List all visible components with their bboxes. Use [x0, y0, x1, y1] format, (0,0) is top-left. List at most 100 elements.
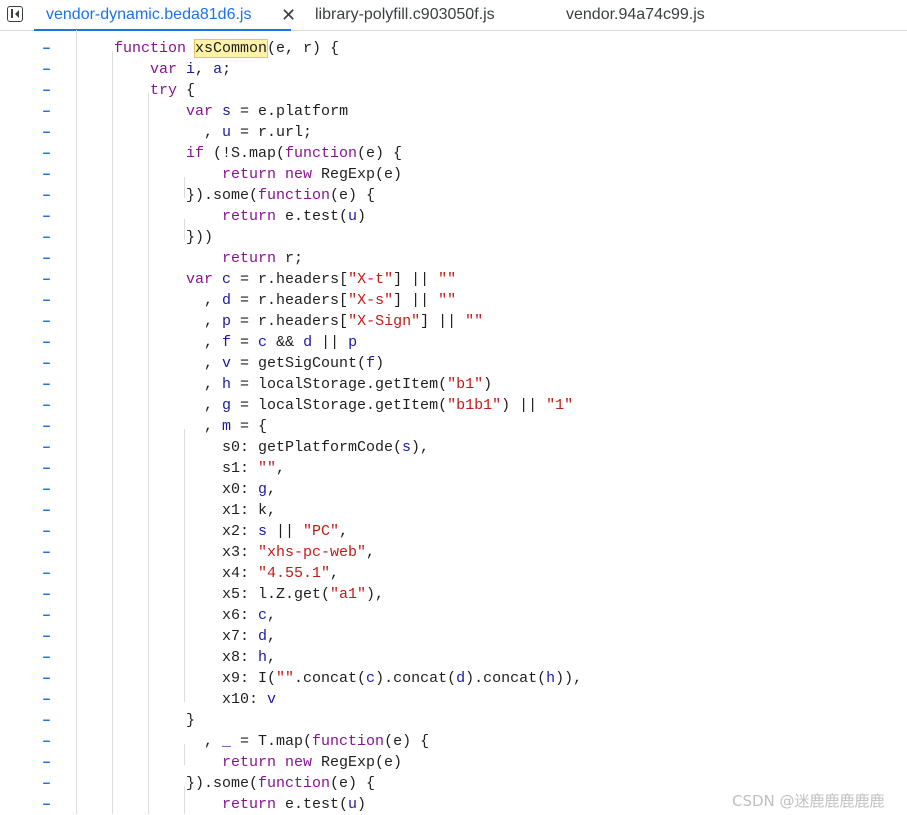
code-line[interactable]: – x5: l.Z.get("a1"), [0, 584, 907, 605]
code-line[interactable]: – s1: "", [0, 458, 907, 479]
code-text: , g = localStorage.getItem("b1b1") || "1… [204, 397, 574, 414]
editor-tab-bar: vendor-dynamic.beda81d6.js ✕ library-pol… [0, 0, 907, 31]
coverage-marker[interactable]: – [42, 752, 52, 773]
coverage-marker[interactable]: – [42, 458, 52, 479]
code-line[interactable]: – x9: I("".concat(c).concat(d).concat(h))… [0, 668, 907, 689]
code-line[interactable]: – , p = r.headers["X-Sign"] || "" [0, 311, 907, 332]
code-line[interactable]: – var c = r.headers["X-t"] || "" [0, 269, 907, 290]
toggle-navigator-icon[interactable] [7, 6, 23, 22]
coverage-marker[interactable]: – [42, 227, 52, 248]
code-text: x7: d, [222, 628, 277, 645]
coverage-marker[interactable]: – [42, 521, 52, 542]
coverage-marker[interactable]: – [42, 248, 52, 269]
code-text: x4: "4.55.1", [222, 565, 340, 582]
coverage-marker[interactable]: – [42, 668, 52, 689]
coverage-marker[interactable]: – [42, 437, 52, 458]
coverage-marker[interactable]: – [42, 290, 52, 311]
coverage-marker[interactable]: – [42, 143, 52, 164]
code-text: x10: v [222, 691, 277, 708]
code-line[interactable]: – s0: getPlatformCode(s), [0, 437, 907, 458]
code-line[interactable]: –} [0, 710, 907, 731]
coverage-marker[interactable]: – [42, 647, 52, 668]
code-line[interactable]: – , m = { [0, 416, 907, 437]
code-text: var i, a; [150, 61, 232, 78]
code-line[interactable]: – var i, a; [0, 59, 907, 80]
code-line[interactable]: – , v = getSigCount(f) [0, 353, 907, 374]
coverage-marker[interactable]: – [42, 773, 52, 794]
code-text: }).some(function(e) { [186, 775, 376, 792]
code-line[interactable]: – return e.test(u) [0, 206, 907, 227]
coverage-marker[interactable]: – [42, 311, 52, 332]
code-line[interactable]: – var s = e.platform [0, 101, 907, 122]
code-line[interactable]: – x2: s || "PC", [0, 521, 907, 542]
coverage-marker[interactable]: – [42, 584, 52, 605]
coverage-marker[interactable]: – [42, 59, 52, 80]
coverage-marker[interactable]: – [42, 500, 52, 521]
coverage-marker[interactable]: – [42, 38, 52, 59]
coverage-marker[interactable]: – [42, 101, 52, 122]
coverage-marker[interactable]: – [42, 689, 52, 710]
code-text: try { [150, 82, 196, 99]
code-line[interactable]: – , f = c && d || p [0, 332, 907, 353]
code-line[interactable]: –})) [0, 227, 907, 248]
code-text: x0: g, [222, 481, 277, 498]
code-editor[interactable]: – function xsCommon(e, r) {– var i, a; – try… [0, 30, 907, 814]
coverage-marker[interactable]: – [42, 332, 52, 353]
code-text: var c = r.headers["X-t"] || "" [186, 271, 457, 288]
coverage-marker[interactable]: – [42, 395, 52, 416]
code-text: , d = r.headers["X-s"] || "" [204, 292, 457, 309]
coverage-marker[interactable]: – [42, 626, 52, 647]
tab-vendor-dynamic[interactable]: vendor-dynamic.beda81d6.js [33, 0, 293, 31]
coverage-marker[interactable]: – [42, 164, 52, 185]
code-line[interactable]: – , g = localStorage.getItem("b1b1") || "… [0, 395, 907, 416]
tab-library-polyfill[interactable]: library-polyfill.c903050f.js [315, 0, 495, 30]
code-line[interactable]: – , d = r.headers["X-s"] || "" [0, 290, 907, 311]
code-line[interactable]: – x7: d, [0, 626, 907, 647]
code-line[interactable]: – function xsCommon(e, r) { [0, 38, 907, 59]
code-line[interactable]: – , h = localStorage.getItem("b1") [0, 374, 907, 395]
code-text: x6: c, [222, 607, 277, 624]
coverage-marker[interactable]: – [42, 353, 52, 374]
coverage-marker[interactable]: – [42, 122, 52, 143]
watermark: CSDN @迷鹿鹿鹿鹿鹿 [732, 792, 885, 810]
code-line[interactable]: – x4: "4.55.1", [0, 563, 907, 584]
code-text: x2: s || "PC", [222, 523, 349, 540]
coverage-marker[interactable]: – [42, 563, 52, 584]
code-line[interactable]: – x8: h, [0, 647, 907, 668]
coverage-marker[interactable]: – [42, 185, 52, 206]
code-line[interactable]: – x10: v [0, 689, 907, 710]
search-match-highlight: xsCommon [194, 39, 269, 58]
code-text: return r; [222, 250, 304, 267]
coverage-marker[interactable]: – [42, 605, 52, 626]
code-text: , _ = T.map(function(e) { [204, 733, 430, 750]
code-line[interactable]: –}).some(function(e) { [0, 185, 907, 206]
code-line[interactable]: – return r; [0, 248, 907, 269]
coverage-marker[interactable]: – [42, 479, 52, 500]
code-line[interactable]: – , _ = T.map(function(e) { [0, 731, 907, 752]
code-text: x5: l.Z.get("a1"), [222, 586, 385, 603]
coverage-marker[interactable]: – [42, 794, 52, 815]
coverage-marker[interactable]: – [42, 269, 52, 290]
code-line[interactable]: – x3: "xhs-pc-web", [0, 542, 907, 563]
code-text: } [186, 712, 196, 729]
code-line[interactable]: – x1: k, [0, 500, 907, 521]
code-text: return e.test(u) [222, 208, 367, 225]
code-line[interactable]: – if (!S.map(function(e) { [0, 143, 907, 164]
coverage-marker[interactable]: – [42, 416, 52, 437]
coverage-marker[interactable]: – [42, 731, 52, 752]
code-line[interactable]: – return new RegExp(e) [0, 752, 907, 773]
coverage-marker[interactable]: – [42, 710, 52, 731]
coverage-marker[interactable]: – [42, 80, 52, 101]
code-line[interactable]: – , u = r.url; [0, 122, 907, 143]
code-line[interactable]: – x0: g, [0, 479, 907, 500]
code-line[interactable]: – x6: c, [0, 605, 907, 626]
close-tab-icon[interactable]: ✕ [281, 0, 296, 30]
code-line[interactable]: – try { [0, 80, 907, 101]
coverage-marker[interactable]: – [42, 206, 52, 227]
code-text: return new RegExp(e) [222, 754, 403, 771]
coverage-marker[interactable]: – [42, 542, 52, 563]
tab-vendor[interactable]: vendor.94a74c99.js [566, 0, 705, 30]
coverage-marker[interactable]: – [42, 374, 52, 395]
code-text: , h = localStorage.getItem("b1") [204, 376, 493, 393]
code-line[interactable]: – return new RegExp(e) [0, 164, 907, 185]
